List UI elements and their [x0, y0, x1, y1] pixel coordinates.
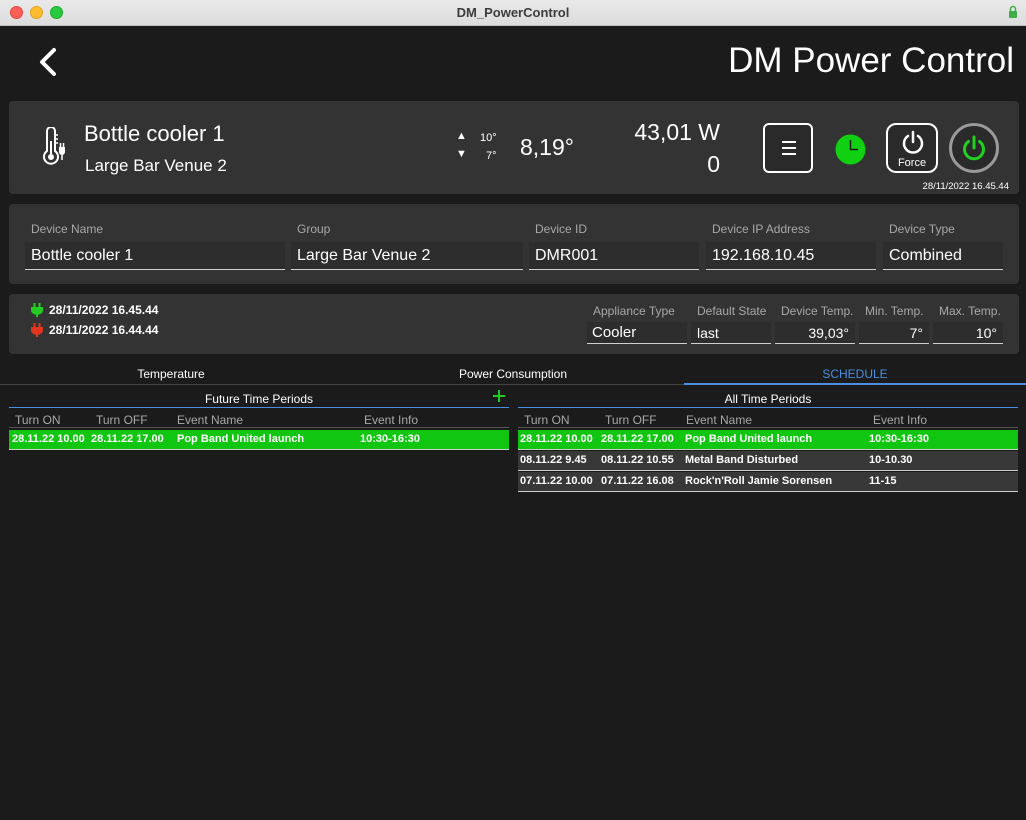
tab-power-consumption[interactable]: Power Consumption — [342, 363, 684, 385]
tab-active-indicator — [684, 383, 1026, 385]
device-group: Large Bar Venue 2 — [85, 156, 227, 175]
default-state-field[interactable]: last — [691, 322, 771, 344]
power-reading: 43,01 W — [634, 119, 720, 145]
device-id-field[interactable]: DMR001 — [529, 242, 699, 270]
device-name-label: Device Name — [31, 222, 104, 236]
temp-max-label: 10° — [480, 132, 497, 144]
all-row[interactable]: 07.11.22 10.00 07.11.22 16.08 Rock'n'Rol… — [518, 472, 1018, 492]
power-icon — [902, 130, 924, 154]
device-info-panel: Device Name Bottle cooler 1 Group Large … — [9, 204, 1019, 284]
window-titlebar: DM_PowerControl — [0, 0, 1026, 26]
max-temp-field[interactable]: 10° — [933, 322, 1003, 344]
future-periods-title: Future Time Periods — [204, 392, 314, 406]
menu-button[interactable] — [763, 123, 813, 173]
device-summary-panel: Bottle cooler 1 Large Bar Venue 2 ▲ ▼ 10… — [9, 101, 1019, 194]
future-col-event-info: Event Info — [364, 413, 419, 427]
tab-schedule[interactable]: SCHEDULE — [684, 363, 1026, 385]
page-title: DM Power Control — [728, 41, 1014, 80]
default-state-label: Default State — [697, 304, 767, 318]
schedule-clock-icon[interactable] — [835, 134, 866, 165]
future-row[interactable]: 28.11.22 10.00 28.11.22 17.00 Pop Band U… — [9, 430, 509, 450]
all-row[interactable]: 28.11.22 10.00 28.11.22 17.00 Pop Band U… — [518, 430, 1018, 450]
add-period-icon[interactable] — [492, 389, 506, 403]
last-on-timestamp: 28/11/2022 16.45.44 — [49, 303, 159, 317]
all-col-turn-on: Turn ON — [524, 413, 570, 427]
device-ip-field[interactable]: 192.168.10.45 — [706, 242, 876, 270]
power-toggle-button[interactable] — [949, 123, 999, 173]
appliance-type-label: Appliance Type — [593, 304, 675, 318]
future-col-event-name: Event Name — [177, 413, 244, 427]
hamburger-icon — [782, 141, 796, 143]
current-temperature: 8,19° — [520, 134, 574, 160]
plug-on-icon — [31, 303, 43, 317]
last-update-timestamp: 28/11/2022 16.45.44 — [922, 181, 1009, 192]
status-settings-panel: 28/11/2022 16.45.44 28/11/2022 16.44.44 … — [9, 294, 1019, 354]
arrow-down-icon: ▼ — [456, 148, 467, 160]
device-type-label: Device Type — [889, 222, 955, 236]
future-header-divider — [9, 407, 509, 408]
device-temp-field[interactable]: 39,03° — [775, 322, 855, 344]
thermometer-plug-icon — [43, 127, 65, 165]
power-on-icon — [963, 135, 985, 161]
device-id-label: Device ID — [535, 222, 588, 236]
app-content: DM Power Control Bottle cooler 1 Large B… — [0, 27, 1026, 820]
device-name-field[interactable]: Bottle cooler 1 — [25, 242, 285, 270]
lock-icon — [1009, 5, 1017, 18]
power-count: 0 — [707, 151, 720, 177]
temp-min-label: 7° — [486, 150, 497, 162]
all-row[interactable]: 08.11.22 9.45 08.11.22 10.55 Metal Band … — [518, 451, 1018, 471]
all-col-event-name: Event Name — [686, 413, 753, 427]
all-col-divider — [518, 427, 1018, 428]
all-periods-title: All Time Periods — [724, 392, 812, 406]
all-col-event-info: Event Info — [873, 413, 928, 427]
all-header-divider — [518, 407, 1018, 408]
force-button[interactable]: Force — [886, 123, 938, 173]
arrow-up-icon: ▲ — [456, 130, 467, 142]
tab-temperature[interactable]: Temperature — [0, 363, 342, 385]
future-col-turn-off: Turn OFF — [96, 413, 148, 427]
device-type-field[interactable]: Combined — [883, 242, 1003, 270]
all-col-turn-off: Turn OFF — [605, 413, 657, 427]
device-ip-label: Device IP Address — [712, 222, 810, 236]
future-col-turn-on: Turn ON — [15, 413, 61, 427]
tab-divider — [0, 384, 684, 385]
force-label: Force — [897, 157, 927, 169]
appliance-type-field[interactable]: Cooler — [587, 322, 687, 344]
device-temp-label: Device Temp. — [781, 304, 854, 318]
group-field[interactable]: Large Bar Venue 2 — [291, 242, 523, 270]
group-label: Group — [297, 222, 331, 236]
window-title: DM_PowerControl — [456, 5, 570, 20]
min-temp-field[interactable]: 7° — [859, 322, 929, 344]
plug-off-icon — [31, 323, 43, 337]
future-col-divider — [9, 427, 509, 428]
max-temp-label: Max. Temp. — [939, 304, 1001, 318]
min-temp-label: Min. Temp. — [865, 304, 924, 318]
last-off-timestamp: 28/11/2022 16.44.44 — [49, 323, 159, 337]
back-chevron-icon[interactable] — [32, 44, 66, 80]
device-title: Bottle cooler 1 — [84, 121, 225, 146]
